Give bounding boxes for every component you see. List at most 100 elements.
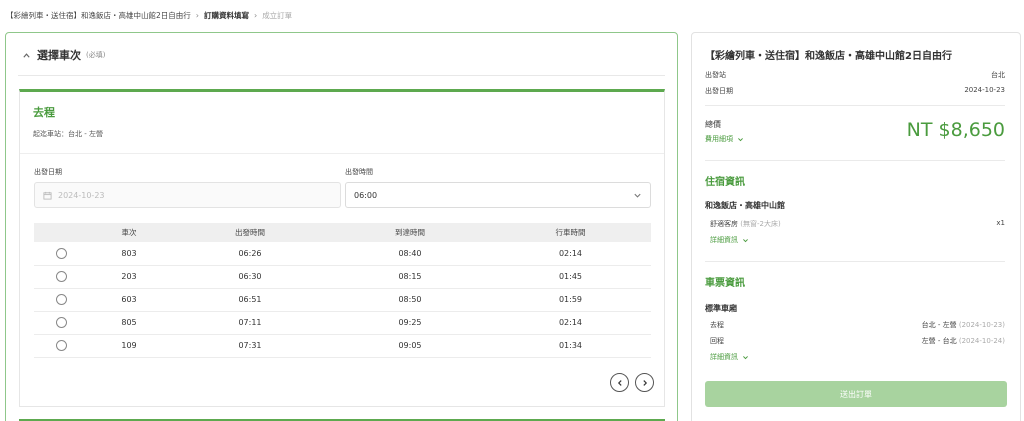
table-cell: 803 (88, 242, 170, 266)
room-qty: x1 (996, 219, 1005, 227)
radio-cell (34, 311, 88, 335)
table-cell: 02:14 (490, 242, 651, 266)
room-name: 舒適客房 (710, 220, 738, 228)
outbound-route: 台北 - 左營 (921, 321, 957, 329)
calendar-icon (43, 191, 52, 200)
table-cell: 109 (88, 334, 170, 358)
departure-date-value: 2024-10-23 (58, 190, 105, 200)
submit-order-button[interactable]: 送出訂單 (705, 381, 1007, 407)
table-cell: 805 (88, 311, 170, 335)
table-cell: 08:15 (330, 265, 490, 289)
table-header-row: 車次 出發時間 到達時間 行車時間 (34, 223, 651, 242)
table-cell: 07:31 (170, 334, 330, 358)
train-section-title: 選擇車次 (37, 49, 81, 62)
divider (705, 105, 1005, 106)
radio-cell (34, 334, 88, 358)
table-row[interactable]: 603 06:51 08:50 01:59 (34, 288, 651, 312)
train-radio[interactable] (55, 340, 67, 351)
ticket-detail-link[interactable]: 詳細資訊 (710, 352, 749, 362)
table-cell: 07:11 (170, 311, 330, 335)
divider (705, 160, 1005, 161)
date-label: 出發日期 (34, 168, 62, 176)
room-row: 舒適客房 (無窗-2大床) x1 (710, 219, 1005, 229)
table-row[interactable]: 109 07:31 09:05 01:34 (34, 334, 651, 358)
outbound-label: 去程 (710, 321, 724, 329)
departure-date-field: 2024-10-23 (34, 182, 341, 208)
return-info: 左營 - 台北 (2024-10-24) (922, 336, 1005, 346)
station-label: 出發站 (705, 71, 726, 79)
car-type: 標準車廂 (705, 304, 737, 313)
chevron-down-icon (743, 355, 748, 359)
table-cell: 09:25 (330, 311, 490, 335)
train-radio[interactable] (55, 317, 67, 328)
column-header: 到達時間 (330, 223, 490, 242)
return-route: 左營 - 台北 (921, 337, 957, 345)
table-cell: 06:30 (170, 265, 330, 289)
column-header: 車次 (88, 223, 170, 242)
radio-cell (34, 265, 88, 289)
hotel-heading: 住宿資訊 (705, 177, 745, 188)
table-row[interactable]: 805 07:11 09:25 02:14 (34, 311, 651, 335)
column-header: 出發時間 (170, 223, 330, 242)
return-ticket-row: 回程 左營 - 台北 (2024-10-24) (710, 336, 1005, 346)
station-value: 台北 (991, 71, 1005, 79)
train-selection-panel: 選擇車次 (必填) 去程 起迄車站：台北 - 左營 出發日期 2024-10-2… (5, 32, 678, 421)
table-cell: 01:45 (490, 265, 651, 289)
return-date: (2024-10-24) (958, 337, 1005, 345)
table-row[interactable]: 803 06:26 08:40 02:14 (34, 242, 651, 266)
table-cell: 08:50 (330, 288, 490, 312)
total-label: 總價 (705, 120, 721, 129)
station-row: 出發站 台北 (705, 70, 1005, 80)
hotel-detail-label: 詳細資訊 (710, 236, 738, 244)
table-row[interactable]: 203 06:30 08:15 01:45 (34, 265, 651, 289)
departure-time-select[interactable]: 06:00 (345, 182, 651, 208)
prev-page-button[interactable] (610, 373, 629, 392)
trip-route: 起迄車站：台北 - 左營 (33, 130, 103, 138)
train-table: 車次 出發時間 到達時間 行車時間 803 06:26 08:40 02:14 … (34, 223, 651, 358)
order-summary-panel: 【彩繪列車・送住宿】和逸飯店・高雄中山館2日自由行 出發站 台北 出發日期 20… (691, 32, 1021, 421)
chevron-right-icon (642, 379, 647, 386)
outbound-date: (2024-10-23) (958, 321, 1005, 329)
outbound-info: 台北 - 左營 (2024-10-23) (922, 320, 1005, 330)
room-info: 舒適客房 (無窗-2大床) (710, 219, 781, 229)
date-row: 出發日期 2024-10-23 (705, 86, 1005, 96)
fee-detail-link[interactable]: 費用細項 (705, 134, 744, 144)
table-cell: 603 (88, 288, 170, 312)
chevron-up-icon[interactable] (21, 50, 31, 60)
divider (705, 261, 1005, 262)
next-page-button[interactable] (635, 373, 654, 392)
table-cell: 01:59 (490, 288, 651, 312)
table-cell: 08:40 (330, 242, 490, 266)
radio-cell (34, 288, 88, 312)
hotel-detail-link[interactable]: 詳細資訊 (710, 235, 749, 245)
outbound-ticket-row: 去程 台北 - 左營 (2024-10-23) (710, 320, 1005, 330)
table-cell: 06:51 (170, 288, 330, 312)
total-price: NT $8,650 (906, 119, 1005, 141)
select-column-header (34, 223, 88, 242)
date-value: 2024-10-23 (964, 86, 1005, 94)
train-radio[interactable] (55, 247, 67, 259)
chevron-left-icon (617, 379, 622, 386)
breadcrumb-item-fill: 訂購資料填寫 (203, 11, 249, 20)
breadcrumb-item-order: 成立訂單 (262, 11, 293, 20)
table-cell: 203 (88, 265, 170, 289)
divider (18, 75, 665, 76)
trip-title: 去程 (33, 106, 55, 119)
return-label: 回程 (710, 337, 724, 345)
breadcrumb-separator-icon: › (195, 11, 199, 20)
hotel-name: 和逸飯店・高雄中山館 (705, 201, 785, 210)
ticket-heading: 車票資訊 (705, 278, 745, 289)
summary-title: 【彩繪列車・送住宿】和逸飯店・高雄中山館2日自由行 (705, 51, 952, 62)
column-header: 行車時間 (490, 223, 651, 242)
train-radio[interactable] (55, 271, 67, 282)
ticket-detail-label: 詳細資訊 (710, 353, 738, 361)
table-cell: 02:14 (490, 311, 651, 335)
train-radio[interactable] (55, 294, 67, 305)
train-section-header[interactable]: 選擇車次 (必填) (21, 47, 105, 63)
breadcrumb-item-product[interactable]: 【彩繪列車・送住宿】和逸飯店・高雄中山館2日自由行 (6, 10, 191, 21)
room-note: (無窗-2大床) (740, 220, 781, 228)
chevron-down-icon (743, 238, 748, 242)
time-label: 出發時間 (345, 168, 373, 176)
table-cell: 06:26 (170, 242, 330, 266)
breadcrumb-separator-icon: › (253, 11, 258, 20)
